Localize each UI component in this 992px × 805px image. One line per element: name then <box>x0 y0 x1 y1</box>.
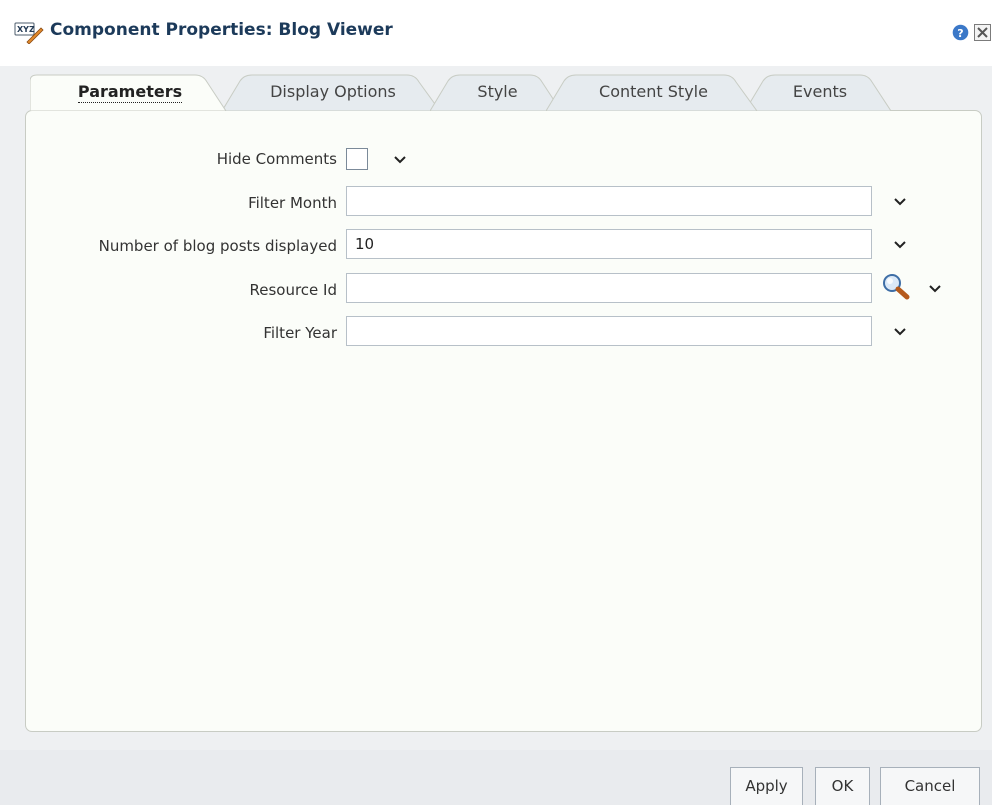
posts-displayed-label: Number of blog posts displayed <box>98 237 337 255</box>
filter-month-label: Filter Month <box>248 194 337 212</box>
tab-display-options[interactable]: Display Options <box>222 73 444 111</box>
tab-style[interactable]: Style <box>430 73 565 111</box>
tab-label: Events <box>792 82 848 101</box>
chevron-down-icon[interactable] <box>893 197 907 207</box>
search-icon[interactable] <box>881 272 911 300</box>
hide-comments-label: Hide Comments <box>216 150 337 168</box>
svg-text:XYZ: XYZ <box>17 25 35 34</box>
xyz-wand-icon: XYZ <box>14 22 44 44</box>
filter-month-field[interactable] <box>346 186 872 216</box>
hide-comments-checkbox[interactable] <box>346 148 368 170</box>
svg-text:?: ? <box>957 27 963 40</box>
tab-label: Style <box>477 82 518 101</box>
dialog-title: Component Properties: Blog Viewer <box>50 20 393 40</box>
tab-label: Parameters <box>77 82 183 103</box>
tab-label: Content Style <box>599 82 708 101</box>
cancel-button[interactable]: Cancel <box>880 767 980 805</box>
chevron-down-icon[interactable] <box>893 327 907 337</box>
filter-year-label: Filter Year <box>263 324 337 342</box>
help-icon[interactable]: ? <box>952 24 969 41</box>
resource-id-label: Resource Id <box>249 281 337 299</box>
apply-button[interactable]: Apply <box>730 767 803 805</box>
posts-displayed-field[interactable]: 10 <box>346 229 872 259</box>
resource-id-field[interactable] <box>346 273 872 303</box>
ok-button[interactable]: OK <box>815 767 870 805</box>
tab-parameters[interactable]: Parameters <box>30 73 230 111</box>
tab-label: Display Options <box>270 82 396 101</box>
tab-events[interactable]: Events <box>745 73 895 111</box>
chevron-down-icon[interactable] <box>393 155 407 165</box>
dialog-title-bar: XYZ Component Properties: Blog Viewer ? <box>0 0 992 66</box>
chevron-down-icon[interactable] <box>928 284 942 294</box>
chevron-down-icon[interactable] <box>893 240 907 250</box>
filter-year-field[interactable] <box>346 316 872 346</box>
close-icon[interactable] <box>974 24 991 41</box>
tab-content-style[interactable]: Content Style <box>546 73 761 111</box>
